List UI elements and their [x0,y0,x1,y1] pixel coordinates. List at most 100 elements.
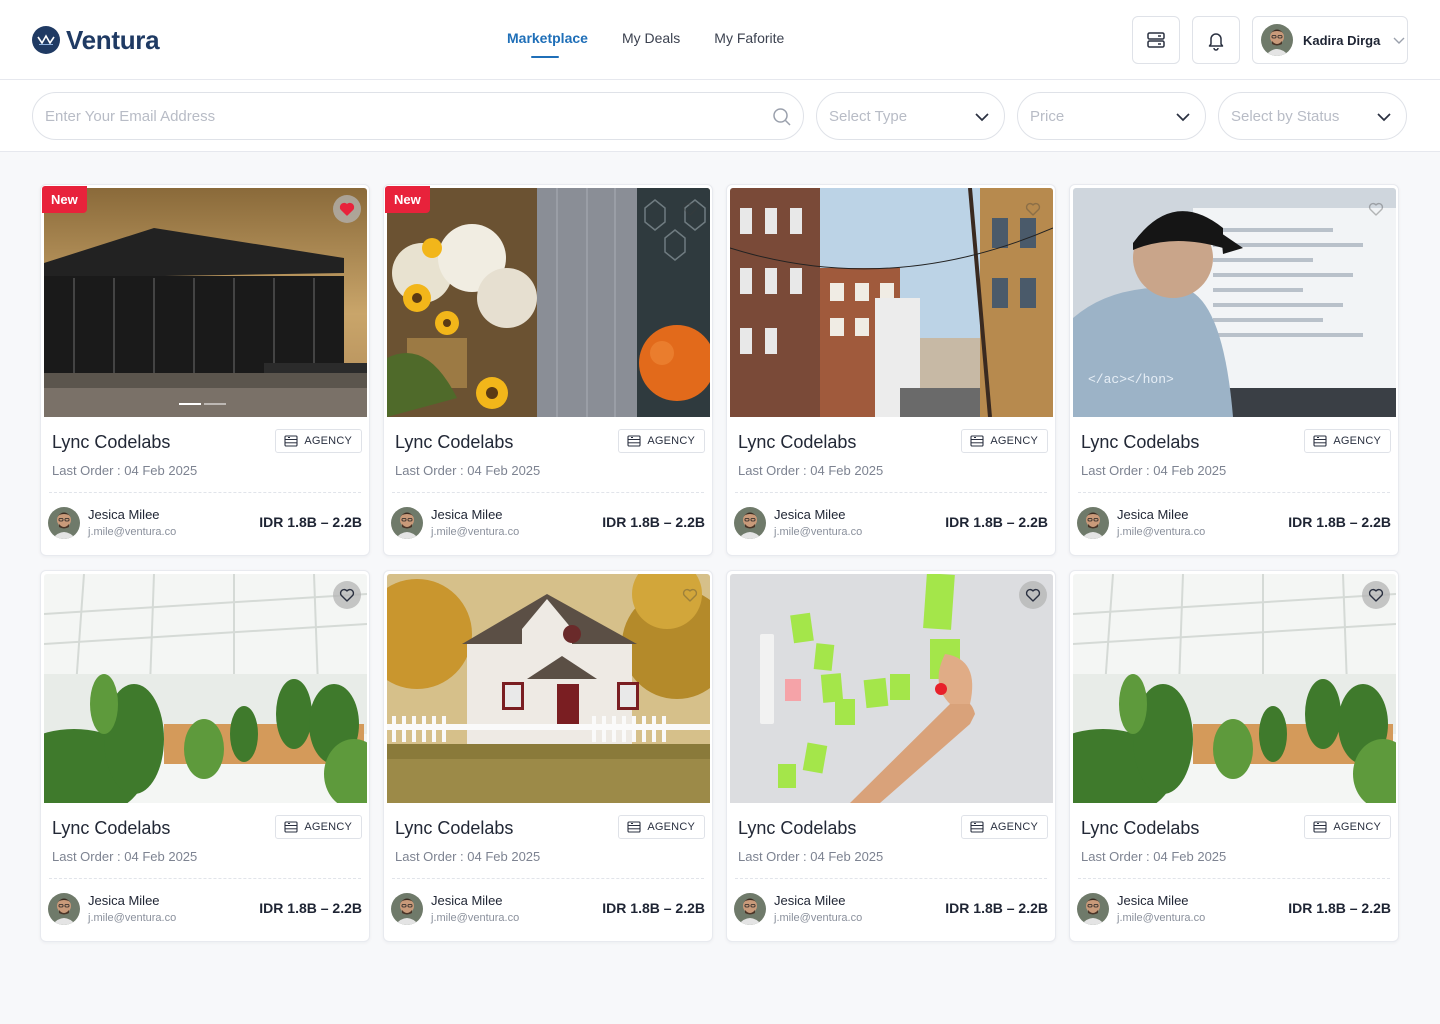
listing-title: Lync Codelabs [52,432,171,452]
agency-tag: AGENCY [275,429,362,453]
chevron-down-icon [1393,37,1405,44]
listing-image[interactable] [44,574,367,803]
owner-email: j.mile@ventura.co [431,912,520,924]
building-icon [627,821,641,833]
listing-card[interactable]: Lync Codelabs AGENCY Last Order : 04 Feb… [1069,570,1399,942]
favorite-button[interactable] [1362,195,1390,223]
agency-tag-label: AGENCY [304,821,352,833]
card-divider [735,492,1047,493]
owner-email: j.mile@ventura.co [774,912,863,924]
favorite-button[interactable] [1019,581,1047,609]
price-range: IDR 1.8B – 2.2B [259,514,362,530]
notifications-button[interactable] [1192,16,1240,64]
server-icon [1147,32,1165,48]
card-divider [735,878,1047,879]
heart-icon [1368,588,1384,602]
filter-bar: Select Type Price Select by Status [0,80,1440,152]
listing-title: Lync Codelabs [52,818,171,838]
listing-image[interactable] [387,188,710,417]
building-icon [284,821,298,833]
price-range: IDR 1.8B – 2.2B [259,900,362,916]
favorite-button[interactable] [676,195,704,223]
listing-card[interactable]: Lync Codelabs AGENCY Last Order : 04 Feb… [726,184,1056,556]
last-order-date: Last Order : 04 Feb 2025 [738,463,884,478]
owner-avatar [391,507,423,539]
listing-photo: </ac></hon> [1073,188,1396,417]
listing-title: Lync Codelabs [1081,432,1200,452]
price-select[interactable]: Price [1017,92,1206,140]
agency-tag-label: AGENCY [647,435,695,447]
listing-image[interactable] [387,574,710,803]
building-icon [970,435,984,447]
listing-photo [1073,574,1396,803]
owner-avatar [734,507,766,539]
owner-email: j.mile@ventura.co [431,526,520,538]
heart-icon [1368,202,1384,216]
listing-title: Lync Codelabs [395,432,514,452]
favorite-button[interactable] [333,581,361,609]
last-order-date: Last Order : 04 Feb 2025 [52,849,198,864]
owner-name: Jesica Milee [1117,893,1189,908]
listing-card[interactable]: </ac></hon> Lync Codelabs AGENCY Last Or… [1069,184,1399,556]
status-select[interactable]: Select by Status [1218,92,1407,140]
user-name: Kadira Dirga [1303,32,1381,48]
favorite-button[interactable] [1019,195,1047,223]
owner-name: Jesica Milee [88,893,160,908]
listing-photo [730,574,1053,803]
owner-avatar [48,893,80,925]
agency-tag-label: AGENCY [990,435,1038,447]
price-range: IDR 1.8B – 2.2B [602,514,705,530]
listing-photo [387,188,710,417]
agency-tag-label: AGENCY [647,821,695,833]
user-menu-button[interactable]: Kadira Dirga [1252,16,1408,64]
last-order-date: Last Order : 04 Feb 2025 [738,849,884,864]
agency-tag: AGENCY [618,815,705,839]
user-avatar [1261,24,1293,56]
price-range: IDR 1.8B – 2.2B [1288,900,1391,916]
listing-card[interactable]: New Lync Codelabs AGENCY Last Order : 04… [40,184,370,556]
bell-icon [1208,33,1224,51]
building-icon [1313,435,1327,447]
heart-icon [1025,202,1041,216]
nav-item-my-deals[interactable]: My Deals [622,30,680,54]
last-order-date: Last Order : 04 Feb 2025 [52,463,198,478]
owner-email: j.mile@ventura.co [774,526,863,538]
listing-card[interactable]: Lync Codelabs AGENCY Last Order : 04 Feb… [726,570,1056,942]
heart-icon [682,588,698,602]
chevron-down-icon [1377,113,1391,122]
agency-tag-label: AGENCY [304,435,352,447]
listing-image[interactable] [1073,574,1396,803]
listing-image[interactable] [44,188,367,417]
nav-item-marketplace[interactable]: Marketplace [507,30,588,58]
owner-email: j.mile@ventura.co [1117,526,1206,538]
listing-title: Lync Codelabs [738,818,857,838]
listing-title: Lync Codelabs [395,818,514,838]
listing-image[interactable] [730,574,1053,803]
listing-card[interactable]: Lync Codelabs AGENCY Last Order : 04 Feb… [383,570,713,942]
building-icon [627,435,641,447]
search-field[interactable] [32,92,804,140]
search-input[interactable] [45,107,791,125]
favorite-button[interactable] [1362,581,1390,609]
type-select[interactable]: Select Type [816,92,1005,140]
listing-image[interactable] [730,188,1053,417]
server-button[interactable] [1132,16,1180,64]
owner-name: Jesica Milee [774,893,846,908]
listing-photo [44,574,367,803]
listing-card[interactable]: New Lync Codelabs AGENCY Last Order : 04… [383,184,713,556]
owner-avatar [48,507,80,539]
card-divider [1078,878,1390,879]
favorite-button[interactable] [333,195,361,223]
listing-photo [44,188,367,417]
agency-tag: AGENCY [1304,815,1391,839]
listing-card[interactable]: Lync Codelabs AGENCY Last Order : 04 Feb… [40,570,370,942]
favorite-button[interactable] [676,581,704,609]
owner-avatar [1077,893,1109,925]
new-badge: New [385,186,430,213]
image-slider-dots[interactable] [179,403,226,405]
brand-logo[interactable]: Ventura [32,25,160,55]
listing-image[interactable]: </ac></hon> [1073,188,1396,417]
owner-name: Jesica Milee [774,507,846,522]
nav-item-my-favorite[interactable]: My Faforite [714,30,784,54]
new-badge: New [42,186,87,213]
